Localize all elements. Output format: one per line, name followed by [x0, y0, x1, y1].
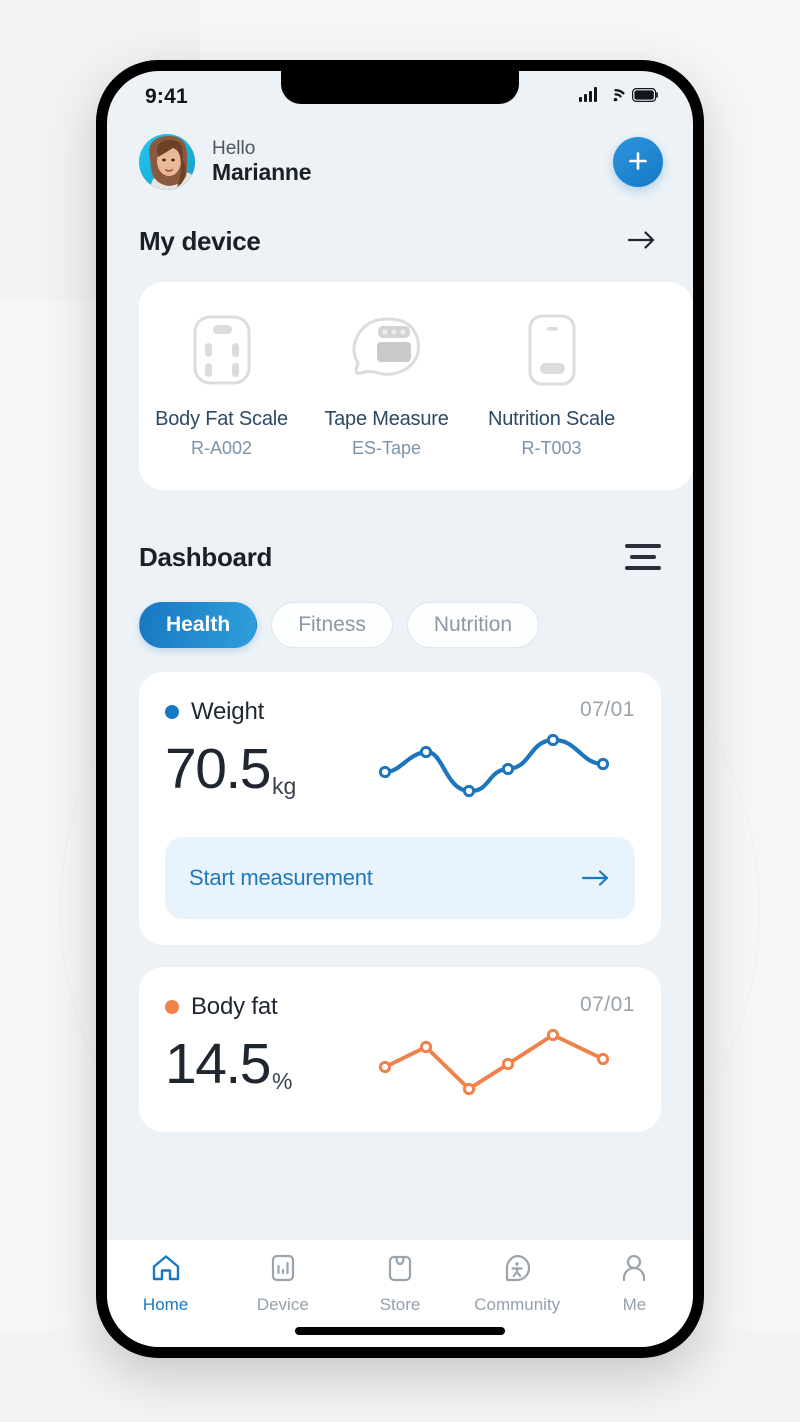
menu-line-top [625, 544, 661, 548]
metric-unit: kg [271, 773, 297, 799]
nav-label: Me [622, 1295, 647, 1314]
shopping-bag-icon [384, 1253, 416, 1288]
metric-date: 07/01 [579, 993, 635, 1016]
arrow-right-icon [581, 868, 611, 888]
start-measurement-button[interactable]: Start measurement [165, 837, 635, 919]
page-root: 9:41 Hello Marianne My device Body Fat S… [0, 0, 800, 1422]
nav-label: Device [256, 1295, 309, 1314]
status-icons [579, 87, 659, 107]
nutrition-scale-icon [469, 308, 634, 392]
nav-item-community[interactable]: Community [459, 1253, 576, 1315]
metric-value: 70.5 [165, 736, 271, 801]
phone-screen: 9:41 Hello Marianne My device Body Fat S… [107, 71, 693, 1347]
device-name: Tape Measure [324, 408, 449, 430]
avatar[interactable] [139, 134, 195, 190]
device-item-tape-measure[interactable]: Tape Measure ES-Tape [304, 308, 469, 459]
dashboard-tabs: Health Fitness Nutrition [107, 602, 693, 648]
metric-card-body-fat-header: Body fat 07/01 [165, 993, 635, 1021]
tape-measure-icon [304, 308, 469, 392]
device-item-blood-pressure[interactable]: Blood RP- [634, 308, 693, 459]
device-item-body-fat-scale[interactable]: Body Fat Scale R-A002 [139, 308, 304, 459]
weight-sparkline-chart [377, 728, 635, 811]
device-name: Blood [634, 408, 693, 431]
plus-icon [626, 149, 650, 176]
status-bar: 9:41 [107, 71, 693, 119]
metric-label: Weight [191, 698, 265, 725]
device-model: ES-Tape [351, 438, 422, 458]
home-indicator[interactable] [295, 1327, 505, 1335]
my-device-header: My device [107, 223, 693, 260]
community-person-icon [501, 1253, 533, 1288]
greeting-username: Marianne [212, 158, 312, 185]
avatar-image [139, 134, 195, 190]
device-model: R-A002 [190, 438, 253, 458]
body-fat-scale-icon [139, 308, 304, 392]
add-button[interactable] [613, 137, 663, 187]
device-model: RP- [634, 438, 693, 459]
nav-label: Community [474, 1295, 561, 1314]
device-name: Nutrition Scale [487, 408, 616, 430]
metric-date: 07/01 [579, 698, 635, 721]
metric-card-weight-body: 70.5 kg [165, 728, 635, 811]
status-time: 9:41 [145, 85, 188, 108]
metric-value: 14.5 [165, 1031, 271, 1096]
nav-item-device[interactable]: Device [224, 1253, 341, 1315]
metric-label-wrap: Weight [165, 698, 264, 726]
metric-label: Body fat [191, 993, 278, 1020]
home-icon [150, 1253, 182, 1288]
device-list-card: Body Fat Scale R-A002 Tape Measure ES-Ta… [139, 282, 693, 490]
metric-card-weight[interactable]: Weight 07/01 70.5 kg Start measurement [139, 672, 661, 945]
nav-label: Store [379, 1295, 421, 1314]
nav-item-home[interactable]: Home [107, 1253, 224, 1315]
metric-unit: % [271, 1068, 293, 1094]
phone-frame: 9:41 Hello Marianne My device Body Fat S… [96, 60, 704, 1358]
my-device-title: My device [139, 226, 261, 256]
greeting-hello: Hello [212, 138, 256, 160]
device-chart-icon [267, 1253, 299, 1288]
blood-pressure-icon [634, 308, 693, 392]
battery-full-icon [632, 87, 659, 107]
nav-label: Home [142, 1295, 189, 1314]
cellular-bars-icon [579, 87, 599, 107]
tab-fitness[interactable]: Fitness [271, 602, 393, 648]
greeting-text: Hello Marianne [212, 138, 312, 185]
cta-label: Start measurement [189, 865, 373, 890]
profile-person-icon [618, 1253, 650, 1288]
dashboard-header: Dashboard [107, 538, 693, 576]
body-fat-sparkline-chart [377, 1023, 635, 1106]
tab-nutrition[interactable]: Nutrition [406, 602, 540, 648]
device-name: Body Fat Scale [155, 408, 288, 430]
nav-item-store[interactable]: Store [341, 1253, 458, 1315]
menu-line-bottom [625, 566, 661, 570]
dashboard-cards: Weight 07/01 70.5 kg Start measurement B… [107, 672, 693, 1132]
list-menu-icon[interactable] [623, 538, 663, 576]
arrow-right-icon [627, 229, 657, 254]
nav-item-me[interactable]: Me [576, 1253, 693, 1315]
status-dot-body-fat [165, 1000, 179, 1014]
my-device-see-all-button[interactable] [621, 223, 663, 260]
metric-card-body-fat[interactable]: Body fat 07/01 14.5 % [139, 967, 661, 1132]
metric-card-weight-header: Weight 07/01 [165, 698, 635, 726]
greeting-row: Hello Marianne [107, 119, 693, 197]
device-scroll-container[interactable]: Body Fat Scale R-A002 Tape Measure ES-Ta… [139, 282, 693, 490]
tab-health[interactable]: Health [139, 602, 258, 648]
metric-card-body-fat-body: 14.5 % [165, 1023, 635, 1106]
metric-label-wrap: Body fat [165, 993, 278, 1021]
dashboard-title: Dashboard [139, 541, 273, 572]
wifi-icon [606, 88, 625, 107]
status-dot-weight [165, 705, 179, 719]
device-item-nutrition-scale[interactable]: Nutrition Scale R-T003 [469, 308, 634, 459]
device-model: R-T003 [521, 438, 582, 458]
menu-line-middle [630, 555, 656, 559]
